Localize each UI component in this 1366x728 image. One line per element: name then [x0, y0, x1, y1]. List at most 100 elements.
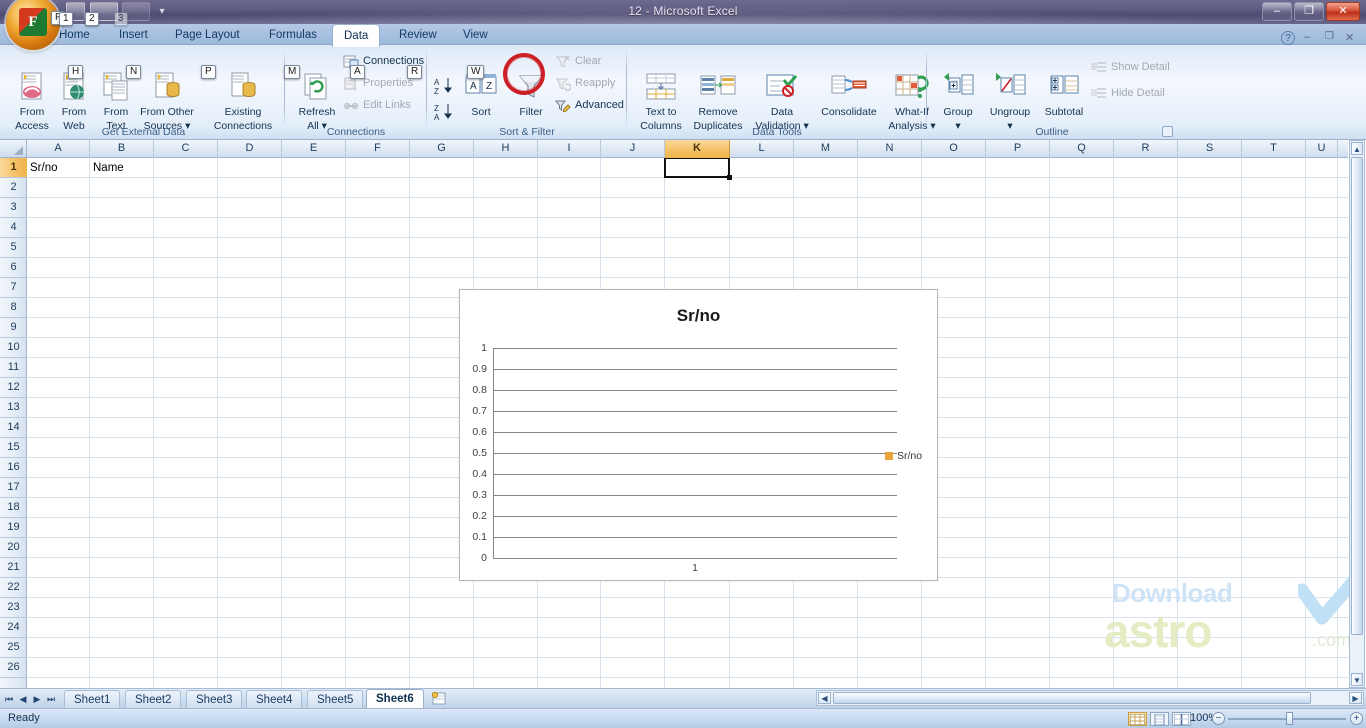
sheet-tab-sheet6[interactable]: Sheet6 — [366, 689, 424, 709]
column-header-C[interactable]: C — [154, 140, 218, 158]
scroll-left-arrow[interactable]: ◀ — [818, 692, 831, 704]
column-header-M[interactable]: M — [794, 140, 858, 158]
tab-insert[interactable]: Insert — [108, 25, 159, 46]
row-header-24[interactable]: 24 — [0, 618, 27, 638]
cell-B1[interactable]: Name — [90, 158, 154, 178]
row-header-21[interactable]: 21 — [0, 558, 27, 578]
worksheet-grid[interactable]: Sr/noName ABCDEFGHIJKLMNOPQRSTU 12345678… — [0, 140, 1366, 688]
sort-ascending-button[interactable]: AZ — [433, 76, 455, 99]
column-header-B[interactable]: B — [90, 140, 154, 158]
insert-worksheet-button[interactable] — [430, 691, 452, 707]
row-header-5[interactable]: 5 — [0, 238, 27, 258]
row-header-2[interactable]: 2 — [0, 178, 27, 198]
page-layout-view-button[interactable] — [1150, 712, 1169, 726]
row-header-13[interactable]: 13 — [0, 398, 27, 418]
normal-view-button[interactable] — [1128, 712, 1147, 726]
column-header-E[interactable]: E — [282, 140, 346, 158]
page-break-preview-button[interactable] — [1172, 712, 1191, 726]
ungroup-button[interactable]: Ungroup ▾ — [983, 72, 1037, 132]
tab-page-layout[interactable]: Page Layout — [164, 25, 251, 46]
refresh-all-button[interactable]: Refresh All ▾ — [289, 72, 345, 132]
outline-dialog-launcher[interactable] — [1162, 126, 1173, 137]
text-to-columns-button[interactable]: Text to Columns — [633, 72, 689, 132]
zoom-slider-handle[interactable] — [1286, 712, 1293, 725]
sheet-tab-sheet2[interactable]: Sheet2 — [125, 690, 181, 709]
cell-A1[interactable]: Sr/no — [27, 158, 90, 178]
column-header-D[interactable]: D — [218, 140, 282, 158]
zoom-out-button[interactable]: − — [1212, 712, 1225, 725]
column-header-P[interactable]: P — [986, 140, 1050, 158]
sheet-tab-sheet4[interactable]: Sheet4 — [246, 690, 302, 709]
tab-view[interactable]: View — [452, 25, 499, 46]
column-header-Q[interactable]: Q — [1050, 140, 1114, 158]
sheet-tab-sheet3[interactable]: Sheet3 — [186, 690, 242, 709]
row-header-8[interactable]: 8 — [0, 298, 27, 318]
window-restore-button[interactable]: ❐ — [1294, 2, 1324, 21]
column-header-S[interactable]: S — [1178, 140, 1242, 158]
sheet-nav-prev[interactable]: ◀ — [16, 691, 30, 707]
select-all-corner-button[interactable] — [0, 140, 27, 158]
scroll-up-arrow[interactable]: ▲ — [1351, 142, 1363, 155]
column-header-I[interactable]: I — [538, 140, 601, 158]
row-header-26[interactable]: 26 — [0, 658, 27, 678]
zoom-in-button[interactable]: + — [1350, 712, 1363, 725]
scroll-down-arrow[interactable]: ▼ — [1351, 673, 1363, 686]
column-header-J[interactable]: J — [601, 140, 665, 158]
row-header-17[interactable]: 17 — [0, 478, 27, 498]
existing-connections-button[interactable]: Existing Connections — [208, 72, 278, 132]
chart-object[interactable]: Sr/no 10.90.80.70.60.50.40.30.20.10 1 Sr… — [459, 289, 938, 581]
fill-handle[interactable] — [727, 175, 732, 180]
remove-duplicates-button[interactable]: Remove Duplicates — [685, 72, 751, 132]
column-header-O[interactable]: O — [922, 140, 986, 158]
row-header-14[interactable]: 14 — [0, 418, 27, 438]
column-header-A[interactable]: A — [27, 140, 90, 158]
row-header-18[interactable]: 18 — [0, 498, 27, 518]
sheet-nav-last[interactable]: ⏭ — [44, 691, 58, 707]
column-header-T[interactable]: T — [1242, 140, 1306, 158]
from-other-sources-button[interactable]: From Other Sources ▾ — [130, 72, 204, 132]
help-icon[interactable]: ? — [1281, 31, 1295, 45]
tab-formulas[interactable]: Formulas — [258, 25, 328, 46]
tab-review[interactable]: Review — [388, 25, 448, 46]
row-header-20[interactable]: 20 — [0, 538, 27, 558]
row-header-16[interactable]: 16 — [0, 458, 27, 478]
sheet-tab-sheet5[interactable]: Sheet5 — [307, 690, 363, 709]
row-header-3[interactable]: 3 — [0, 198, 27, 218]
data-validation-button[interactable]: Data Validation ▾ — [751, 72, 813, 132]
column-header-L[interactable]: L — [730, 140, 794, 158]
doc-restore-button[interactable]: ❐ — [1325, 31, 1334, 42]
subtotal-button[interactable]: Subtotal — [1039, 72, 1089, 121]
column-header-F[interactable]: F — [346, 140, 410, 158]
sheet-nav-next[interactable]: ▶ — [30, 691, 44, 707]
row-header-7[interactable]: 7 — [0, 278, 27, 298]
column-header-R[interactable]: R — [1114, 140, 1178, 158]
row-header-25[interactable]: 25 — [0, 638, 27, 658]
window-minimize-button[interactable]: – — [1262, 2, 1292, 21]
row-header-9[interactable]: 9 — [0, 318, 27, 338]
doc-close-button[interactable]: ✕ — [1345, 31, 1354, 44]
row-header-11[interactable]: 11 — [0, 358, 27, 378]
column-header-K[interactable]: K — [665, 140, 730, 158]
doc-minimize-button[interactable]: – — [1304, 31, 1310, 43]
consolidate-button[interactable]: Consolidate — [813, 72, 885, 121]
row-header-1[interactable]: 1 — [0, 158, 27, 178]
row-header-4[interactable]: 4 — [0, 218, 27, 238]
row-header-22[interactable]: 22 — [0, 578, 27, 598]
row-header-12[interactable]: 12 — [0, 378, 27, 398]
horizontal-scroll-thumb[interactable] — [833, 692, 1311, 704]
column-header-H[interactable]: H — [474, 140, 538, 158]
vertical-scrollbar[interactable]: ▲ ▼ — [1349, 140, 1365, 688]
row-header-15[interactable]: 15 — [0, 438, 27, 458]
active-cell-K1[interactable] — [664, 157, 730, 178]
group-button[interactable]: Group ▾ — [935, 72, 981, 132]
column-header-N[interactable]: N — [858, 140, 922, 158]
vertical-scroll-thumb[interactable] — [1351, 157, 1363, 635]
row-header-23[interactable]: 23 — [0, 598, 27, 618]
row-header-10[interactable]: 10 — [0, 338, 27, 358]
customize-qat-icon[interactable]: ▾ — [154, 2, 170, 21]
tab-data[interactable]: Data — [332, 24, 380, 47]
horizontal-scrollbar[interactable]: ◀ ▶ — [816, 690, 1364, 706]
column-header-G[interactable]: G — [410, 140, 474, 158]
window-close-button[interactable]: ✕ — [1326, 2, 1360, 21]
row-header-6[interactable]: 6 — [0, 258, 27, 278]
